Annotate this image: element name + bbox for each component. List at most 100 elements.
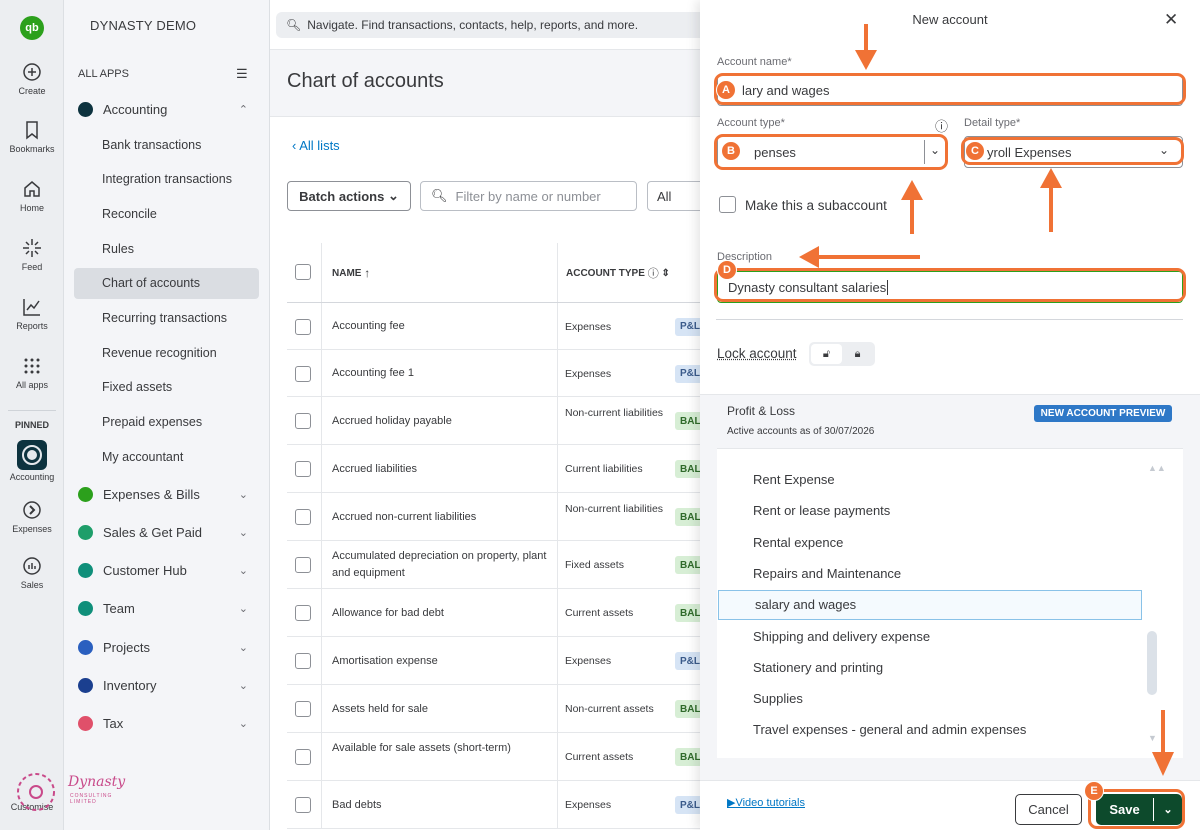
expenses-icon [23, 501, 41, 519]
app-projects[interactable]: Projects ⌄ [78, 634, 258, 660]
table-row[interactable]: Accrued liabilities Current liabilities BA… [287, 445, 707, 493]
sort-icon: ⇕ [661, 267, 670, 279]
scrollbar-thumb[interactable] [1147, 631, 1157, 695]
account-name-cell[interactable]: Available for sale assets (short-term) [332, 740, 552, 757]
column-header-name[interactable]: NAME ↑ [332, 243, 370, 303]
account-name-cell[interactable]: Accounting fee [332, 318, 552, 335]
profit-loss-title: Profit & Loss [727, 404, 796, 418]
app-label: Projects [103, 639, 150, 655]
rail-divider [8, 410, 56, 411]
rail-create[interactable]: Create [0, 62, 64, 96]
rail-expenses[interactable]: Expenses [0, 500, 64, 534]
close-icon[interactable]: ✕ [1164, 10, 1178, 30]
table-row[interactable]: Accrued non-current liabilities Non-curre… [287, 493, 707, 541]
new-account-preview-badge: NEW ACCOUNT PREVIEW [1034, 405, 1172, 422]
row-checkbox[interactable] [295, 605, 311, 621]
app-accounting[interactable]: Accounting ⌃ [78, 96, 258, 122]
quickbooks-logo[interactable]: qb [20, 16, 44, 40]
app-sales-get-paid[interactable]: Sales & Get Paid ⌄ [78, 519, 258, 545]
row-checkbox[interactable] [295, 701, 311, 717]
table-row[interactable]: Available for sale assets (short-term) Cu… [287, 733, 707, 781]
lock-icon[interactable]: 🔒︎ [842, 344, 873, 364]
app-tax[interactable]: Tax ⌄ [78, 710, 258, 736]
scroll-up-icon[interactable]: ▲▲ [1148, 463, 1166, 473]
rail-all-apps[interactable]: All apps [0, 356, 64, 390]
filter-input[interactable]: 🔍︎ Filter by name or number [420, 181, 637, 211]
rail-reports[interactable]: Reports [0, 297, 64, 331]
table-row[interactable]: Amortisation expense Expenses P&L [287, 637, 707, 685]
account-name-cell[interactable]: Assets held for sale [332, 701, 552, 718]
video-tutorials-link[interactable]: ▶︎Video tutorials [727, 796, 805, 809]
account-name-cell[interactable]: Bad debts [332, 797, 552, 814]
chevron-down-icon: ⌄ [238, 526, 248, 539]
table-row[interactable]: Accrued holiday payable Non-current liabi… [287, 397, 707, 445]
sub-rules[interactable]: Rules [102, 242, 134, 256]
sub-bank-transactions[interactable]: Bank transactions [102, 138, 201, 152]
chevron-up-icon: ⌃ [238, 103, 248, 116]
table-row[interactable]: Accounting fee Expenses P&L [287, 303, 707, 350]
rail-reports-label: Reports [16, 321, 48, 331]
arrow-head-left-icon [799, 246, 819, 268]
account-name-cell[interactable]: Accumulated depreciation on property, pl… [332, 548, 552, 582]
chevron-down-icon: ⌄ [238, 602, 248, 615]
rail-feed[interactable]: Feed [0, 238, 64, 272]
row-checkbox[interactable] [295, 653, 311, 669]
unlock-icon[interactable]: 🔓︎ [811, 344, 842, 364]
lock-toggle[interactable]: 🔓︎ 🔒︎ [809, 342, 875, 366]
app-label: Customer Hub [103, 562, 187, 578]
table-row[interactable]: Assets held for sale Non-current assets BA… [287, 685, 707, 733]
sub-integration-transactions[interactable]: Integration transactions [102, 172, 232, 186]
collapse-menu-icon[interactable]: ☰ [236, 66, 248, 82]
sub-revenue-recognition[interactable]: Revenue recognition [102, 346, 217, 360]
lock-account-label[interactable]: Lock account [717, 346, 797, 361]
cancel-button[interactable]: Cancel [1015, 794, 1082, 825]
account-name-cell[interactable]: Accrued liabilities [332, 461, 552, 478]
table-row[interactable]: Allowance for bad debt Current assets BAL [287, 589, 707, 637]
info-icon[interactable]: ⓘ [935, 116, 948, 135]
app-expenses-bills[interactable]: Expenses & Bills ⌄ [78, 481, 258, 507]
account-name-cell[interactable]: Allowance for bad debt [332, 605, 552, 622]
new-account-drawer: New account ✕ Account name* lary and wag… [700, 0, 1200, 830]
row-checkbox[interactable] [295, 797, 311, 813]
global-search-input[interactable]: 🔍︎ Navigate. Find transactions, contacts… [276, 12, 706, 38]
table-row[interactable]: Accounting fee 1 Expenses P&L [287, 350, 707, 397]
rail-sales[interactable]: Sales [0, 556, 64, 590]
account-name-cell[interactable]: Accrued holiday payable [332, 413, 552, 430]
sub-reconcile[interactable]: Reconcile [102, 207, 157, 221]
row-checkbox[interactable] [295, 749, 311, 765]
rail-bookmarks[interactable]: Bookmarks [0, 120, 64, 154]
arrow-to-c [1049, 184, 1053, 232]
select-all-checkbox[interactable] [295, 264, 311, 280]
row-checkbox[interactable] [295, 509, 311, 525]
sub-my-accountant[interactable]: My accountant [102, 450, 183, 464]
row-checkbox[interactable] [295, 557, 311, 573]
column-header-account-type[interactable]: ACCOUNT TYPE ⓘ ⇕ [566, 243, 670, 303]
callout-badge-b: B [721, 141, 741, 161]
pinned-accounting-button[interactable] [17, 440, 47, 470]
rail-home[interactable]: Home [0, 179, 64, 213]
sub-fixed-assets[interactable]: Fixed assets [102, 380, 172, 394]
row-checkbox[interactable] [295, 365, 311, 382]
row-checkbox[interactable] [295, 461, 311, 477]
sub-recurring-transactions[interactable]: Recurring transactions [102, 311, 227, 325]
table-row[interactable]: Accumulated depreciation on property, pl… [287, 541, 707, 589]
account-name-cell[interactable]: Accrued non-current liabilities [332, 509, 552, 526]
all-lists-link[interactable]: ‹ All lists [292, 138, 340, 153]
row-checkbox[interactable] [295, 413, 311, 429]
filter-placeholder: Filter by name or number [455, 188, 601, 204]
app-customer-hub[interactable]: Customer Hub ⌄ [78, 557, 258, 583]
row-checkbox[interactable] [295, 318, 311, 335]
account-list-item: Stationery and printing [753, 659, 884, 675]
pinned-accounting-label: Accounting [9, 472, 55, 482]
app-inventory[interactable]: Inventory ⌄ [78, 672, 258, 698]
subaccount-checkbox[interactable] [719, 196, 736, 213]
scroll-down-icon[interactable]: ▼ [1148, 733, 1157, 743]
sub-prepaid-expenses[interactable]: Prepaid expenses [102, 415, 202, 429]
sub-chart-of-accounts[interactable]: Chart of accounts [102, 276, 200, 290]
account-name-cell[interactable]: Accounting fee 1 [332, 365, 552, 382]
account-name-cell[interactable]: Amortisation expense [332, 653, 552, 670]
filter-type-select[interactable]: All [647, 181, 707, 211]
batch-actions-button[interactable]: Batch actions ⌄ [287, 181, 411, 211]
app-team[interactable]: Team ⌄ [78, 595, 258, 621]
table-row[interactable]: Bad debts Expenses P&L [287, 781, 707, 829]
